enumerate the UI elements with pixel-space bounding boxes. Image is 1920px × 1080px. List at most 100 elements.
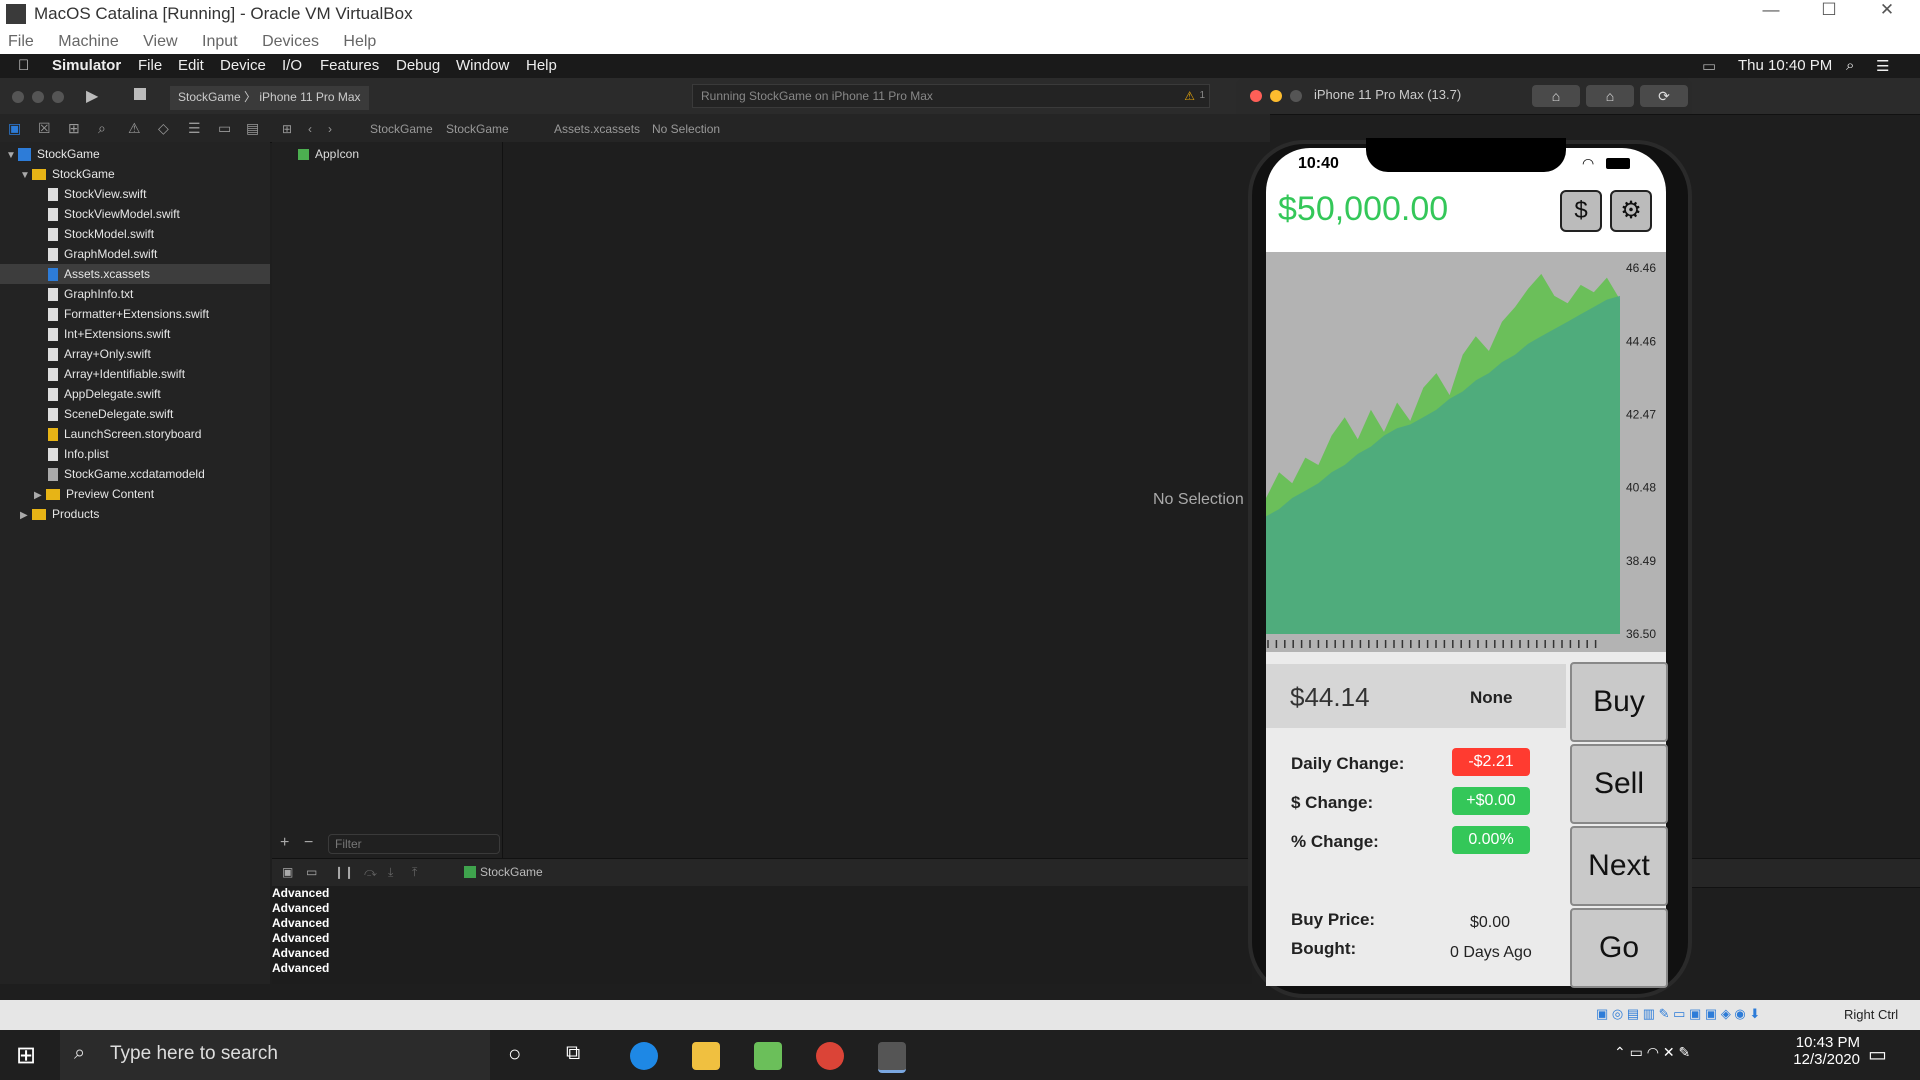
cortana-icon[interactable]: ○ bbox=[508, 1041, 521, 1067]
screenshot-icon[interactable]: ⌂ bbox=[1532, 85, 1580, 107]
go-button[interactable]: Go bbox=[1570, 908, 1668, 988]
navigator-item[interactable]: ▼ StockGame bbox=[20, 164, 115, 184]
navigator-item[interactable]: Formatter+Extensions.swift bbox=[48, 304, 209, 324]
breakpoint-navigator-icon[interactable]: ▭ bbox=[218, 120, 231, 137]
app-icon[interactable] bbox=[754, 1042, 782, 1070]
debug-navigator-icon[interactable]: ☰ bbox=[188, 120, 201, 137]
vbox-menu-devices[interactable]: Devices bbox=[262, 33, 319, 50]
navigator-item[interactable]: AppDelegate.swift bbox=[48, 384, 161, 404]
airplay-icon[interactable]: ▭ bbox=[1702, 57, 1716, 75]
edge-icon[interactable] bbox=[630, 1042, 658, 1070]
navigator-item[interactable]: StockGame.xcdatamodeld bbox=[48, 464, 205, 484]
forward-icon[interactable]: › bbox=[328, 122, 332, 136]
report-navigator-icon[interactable]: ▤ bbox=[246, 120, 259, 137]
notification-icon[interactable]: ▭ bbox=[1868, 1042, 1887, 1067]
mac-menu-features[interactable]: Features bbox=[320, 57, 379, 74]
sim-close-dot[interactable] bbox=[1250, 90, 1262, 102]
close-button[interactable]: ✕ bbox=[1858, 0, 1916, 28]
minimize-button[interactable]: — bbox=[1742, 0, 1800, 28]
asset-item[interactable]: AppIcon bbox=[298, 144, 359, 164]
project-navigator-icon[interactable]: ▣ bbox=[8, 120, 21, 137]
step-into-icon[interactable]: ⤓ bbox=[388, 865, 393, 880]
step-over-icon[interactable]: ⤼ bbox=[364, 865, 377, 880]
navigator-item[interactable]: ▼ StockGame bbox=[6, 144, 100, 164]
notification-center-icon[interactable]: ☰ bbox=[1876, 57, 1889, 75]
vbox-menu-input[interactable]: Input bbox=[202, 33, 238, 50]
hide-debug-icon[interactable]: ▣ bbox=[282, 865, 293, 879]
system-clock[interactable]: 10:43 PM 12/3/2020 bbox=[1793, 1034, 1860, 1068]
back-icon[interactable]: ‹ bbox=[308, 122, 312, 136]
mac-menu-help[interactable]: Help bbox=[526, 57, 557, 74]
pause-icon[interactable]: ❙❙ bbox=[334, 865, 354, 879]
maximize-button[interactable]: ☐ bbox=[1800, 0, 1858, 28]
apple-icon[interactable]:  bbox=[18, 57, 29, 74]
breadcrumb-group[interactable]: StockGame bbox=[446, 122, 509, 136]
task-view-icon[interactable]: ⧉ bbox=[566, 1042, 580, 1065]
navigator-item[interactable]: ▶ Products bbox=[20, 504, 99, 524]
grid-icon[interactable]: ⊞ bbox=[282, 122, 292, 136]
buy-button[interactable]: Buy bbox=[1570, 662, 1668, 742]
vbox-device-icons[interactable]: ▣ ◎ ▤ ▥ ✎ ▭ ▣ ▣ ◈ ◉ ⬇ bbox=[1596, 1006, 1760, 1022]
navigator-item[interactable]: GraphInfo.txt bbox=[48, 284, 133, 304]
windows-start-icon[interactable]: ⊞ bbox=[16, 1041, 36, 1070]
mac-menu-file[interactable]: File bbox=[138, 57, 162, 74]
breadcrumb-selection[interactable]: No Selection bbox=[652, 122, 720, 136]
spotlight-icon[interactable]: ⌕ bbox=[1846, 57, 1854, 74]
navigator-item[interactable]: Info.plist bbox=[48, 444, 109, 464]
sim-zoom-dot[interactable] bbox=[1290, 90, 1302, 102]
home-icon[interactable]: ⌂ bbox=[1586, 85, 1634, 107]
dollar-button[interactable]: $ bbox=[1560, 190, 1602, 232]
sim-minimize-dot[interactable] bbox=[1270, 90, 1282, 102]
navigator-item[interactable]: StockModel.swift bbox=[48, 224, 154, 244]
close-window-dot[interactable] bbox=[12, 91, 24, 103]
sell-button[interactable]: Sell bbox=[1570, 744, 1668, 824]
minimize-window-dot[interactable] bbox=[32, 91, 44, 103]
mac-menu-debug[interactable]: Debug bbox=[396, 57, 440, 74]
navigator-item[interactable]: StockViewModel.swift bbox=[48, 204, 180, 224]
mac-menu-io[interactable]: I/O bbox=[282, 57, 302, 74]
breadcrumb-assets[interactable]: Assets.xcassets bbox=[554, 122, 640, 136]
next-button[interactable]: Next bbox=[1570, 826, 1668, 906]
find-navigator-icon[interactable]: ⌕ bbox=[98, 120, 106, 137]
vbox-menu-machine[interactable]: Machine bbox=[58, 33, 118, 50]
vbox-menu-view[interactable]: View bbox=[143, 33, 177, 50]
mac-menu-edit[interactable]: Edit bbox=[178, 57, 204, 74]
rotate-icon[interactable]: ⟳ bbox=[1640, 85, 1688, 107]
remove-icon[interactable]: − bbox=[304, 834, 313, 852]
run-icon[interactable]: ▶ bbox=[86, 86, 98, 106]
system-tray-icons[interactable]: ⌃ ▭ ◠ ✕ ✎ bbox=[1614, 1044, 1690, 1061]
navigator-item[interactable]: ▶ Preview Content bbox=[34, 484, 154, 504]
settings-button[interactable]: ⚙ bbox=[1610, 190, 1652, 232]
step-out-icon[interactable]: ⤒ bbox=[412, 865, 417, 880]
navigator-item-selected[interactable]: Assets.xcassets bbox=[48, 264, 150, 284]
console-output[interactable]: Advanced Advanced Advanced Advanced Adva… bbox=[272, 886, 1252, 984]
mac-clock[interactable]: Thu 10:40 PM bbox=[1738, 57, 1832, 74]
stop-icon[interactable] bbox=[134, 88, 146, 100]
zoom-window-dot[interactable] bbox=[52, 91, 64, 103]
file-explorer-icon[interactable] bbox=[692, 1042, 720, 1070]
navigator-item[interactable]: Array+Only.swift bbox=[48, 344, 151, 364]
navigator-item[interactable]: Array+Identifiable.swift bbox=[48, 364, 185, 384]
issue-navigator-icon[interactable]: ⚠ bbox=[128, 120, 141, 137]
navigator-item[interactable]: LaunchScreen.storyboard bbox=[48, 424, 201, 444]
mac-menu-window[interactable]: Window bbox=[456, 57, 509, 74]
filter-input[interactable]: Filter bbox=[328, 834, 500, 854]
navigator-item[interactable]: StockView.swift bbox=[48, 184, 146, 204]
breakpoints-icon[interactable]: ▭ bbox=[306, 865, 317, 879]
virtualbox-taskbar-icon[interactable] bbox=[878, 1042, 906, 1073]
taskbar-search[interactable]: ⌕ Type here to search bbox=[60, 1030, 490, 1080]
vbox-menu-help[interactable]: Help bbox=[343, 33, 376, 50]
scheme-selector[interactable]: StockGame 〉 iPhone 11 Pro Max bbox=[170, 86, 369, 110]
navigator-item[interactable]: Int+Extensions.swift bbox=[48, 324, 170, 344]
chrome-icon[interactable] bbox=[816, 1042, 844, 1070]
test-navigator-icon[interactable]: ◇ bbox=[158, 120, 169, 137]
mac-menu-app[interactable]: Simulator bbox=[52, 57, 121, 74]
add-icon[interactable]: + bbox=[280, 834, 289, 852]
mac-menu-device[interactable]: Device bbox=[220, 57, 266, 74]
warning-icon[interactable]: ⚠ bbox=[1184, 85, 1195, 107]
navigator-item[interactable]: SceneDelegate.swift bbox=[48, 404, 173, 424]
navigator-item[interactable]: GraphModel.swift bbox=[48, 244, 157, 264]
vbox-menu-file[interactable]: File bbox=[8, 33, 34, 50]
symbol-navigator-icon[interactable]: ⊞ bbox=[68, 120, 80, 137]
breadcrumb-project[interactable]: StockGame bbox=[370, 122, 433, 136]
